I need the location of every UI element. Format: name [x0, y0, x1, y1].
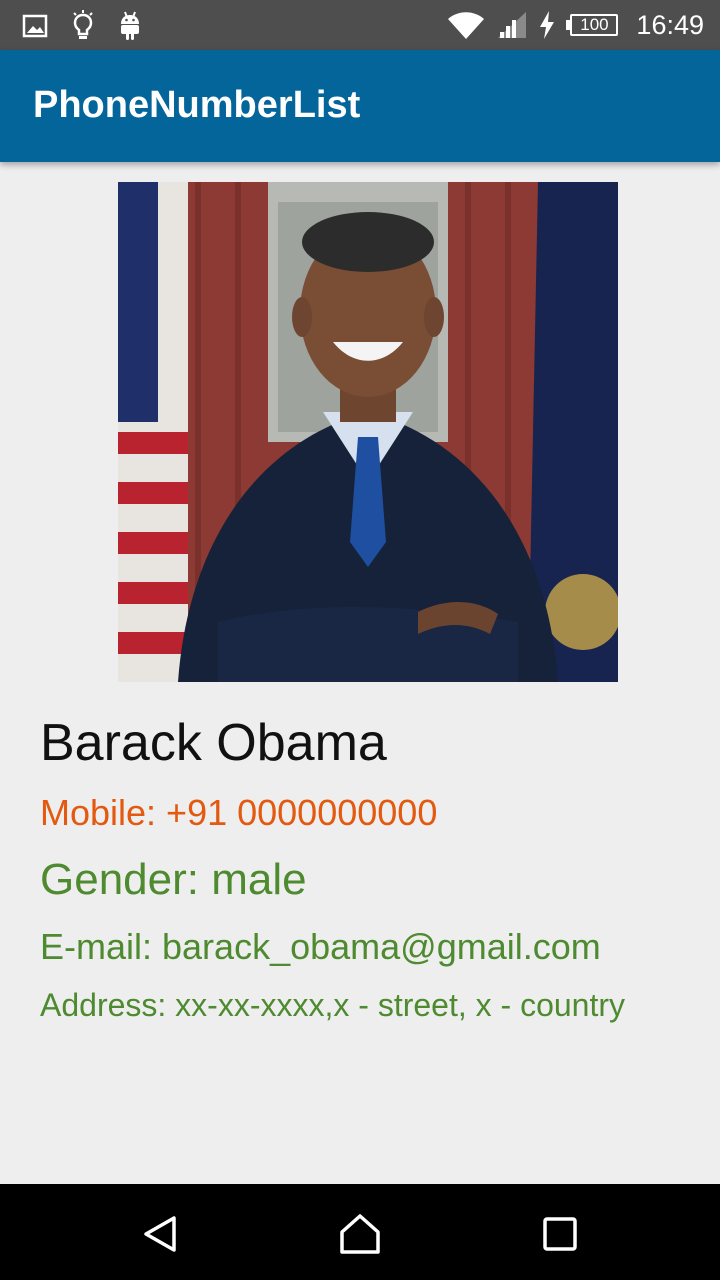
charging-icon [538, 11, 556, 39]
app-title: PhoneNumberList [33, 84, 361, 126]
status-bar-system: 100 16:49 [446, 8, 704, 42]
navigation-bar [0, 1184, 720, 1280]
home-button[interactable] [338, 1212, 382, 1256]
app-bar: PhoneNumberList [0, 50, 720, 162]
battery-level: 100 [570, 14, 619, 36]
image-icon [22, 14, 48, 38]
status-bar-clock: 16:49 [636, 9, 704, 40]
contact-photo [118, 182, 618, 682]
status-bar-notifications [22, 10, 142, 42]
contact-gender: Gender: male [40, 855, 307, 904]
recent-apps-icon [543, 1217, 577, 1251]
signal-icon [496, 10, 528, 40]
lightbulb-icon [72, 10, 94, 42]
contact-name: Barack Obama [40, 714, 387, 772]
contact-address: Address: xx-xx-xxxx,x - street, x - coun… [40, 987, 625, 1023]
contact-mobile: Mobile: +91 0000000000 [40, 792, 438, 833]
status-bar: 100 16:49 [0, 0, 720, 50]
recent-apps-button[interactable] [538, 1212, 582, 1256]
wifi-icon [446, 9, 486, 41]
home-icon [340, 1214, 380, 1254]
back-button[interactable] [138, 1212, 182, 1256]
back-icon [144, 1216, 176, 1252]
android-icon [118, 10, 142, 42]
battery-indicator: 100 [566, 14, 619, 36]
contact-email: E-mail: barack_obama@gmail.com [40, 926, 601, 967]
screen: 100 16:49 PhoneNumberList Barack Obama M… [0, 0, 720, 1280]
